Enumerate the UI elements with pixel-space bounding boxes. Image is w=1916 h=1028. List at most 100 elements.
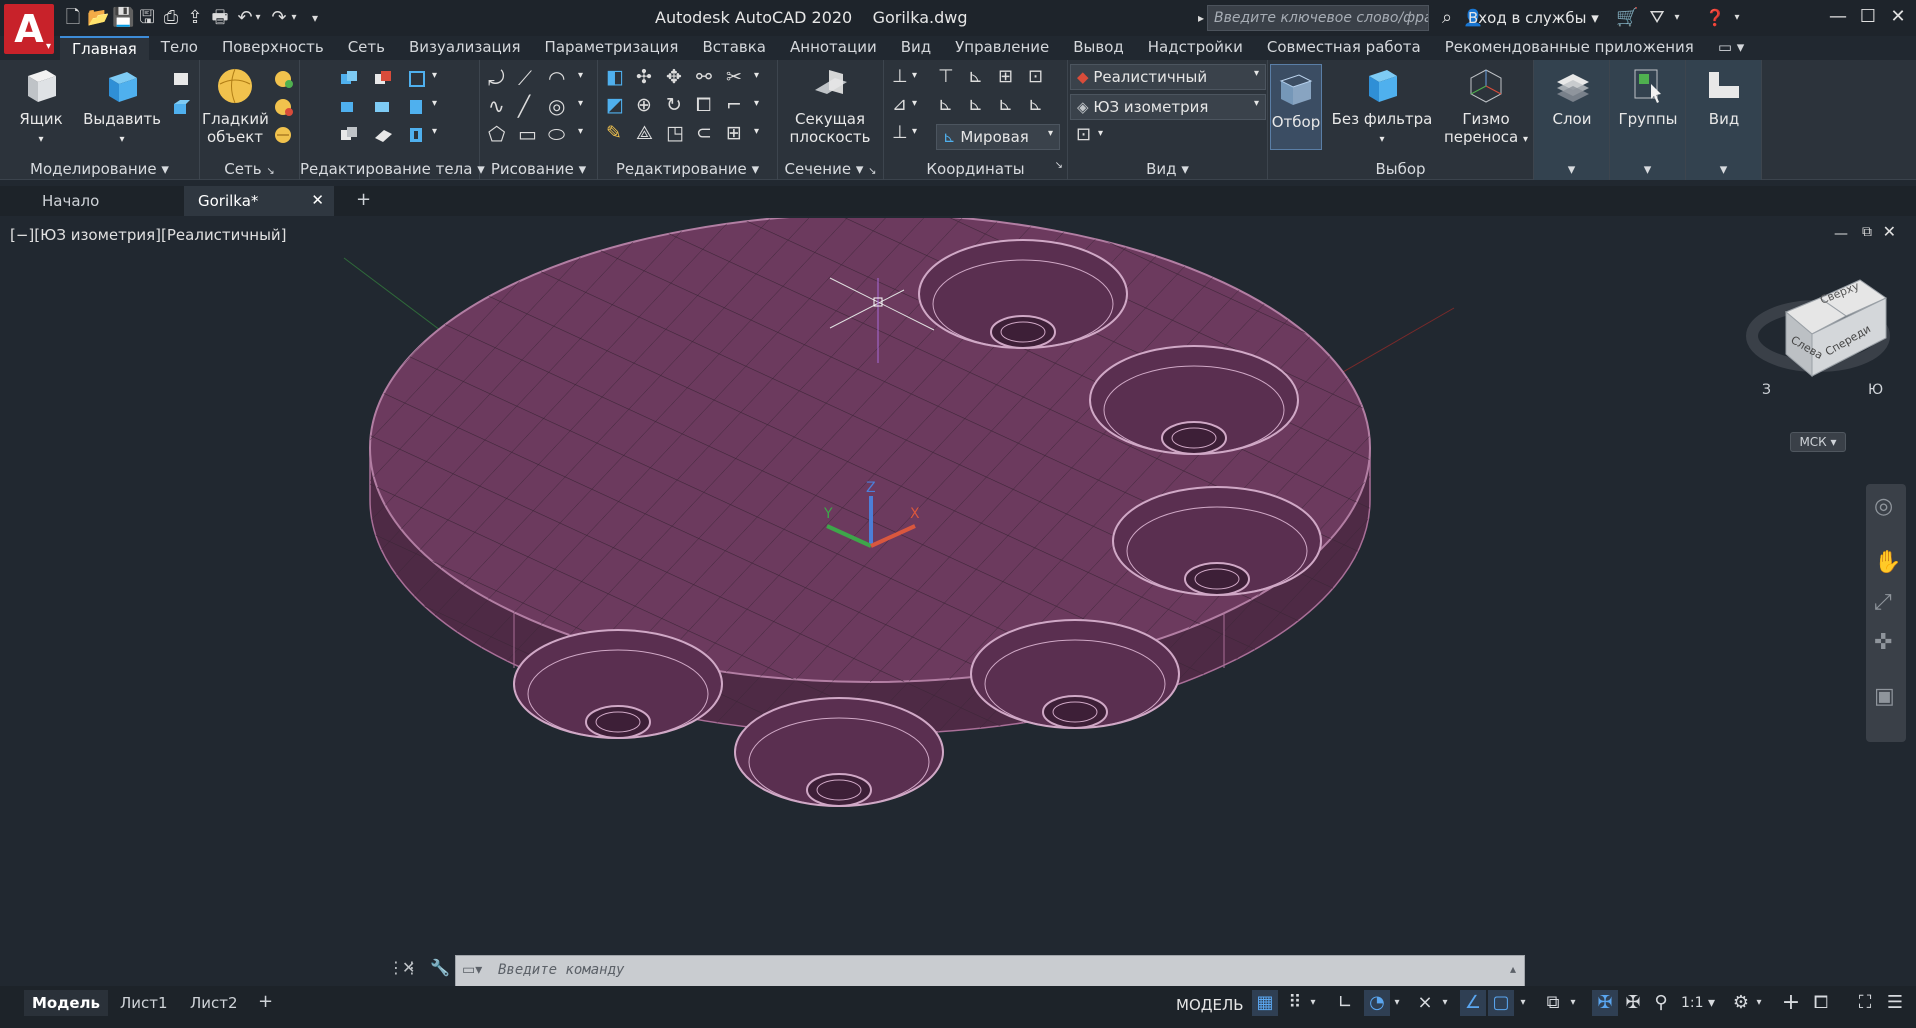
extract-edges-icon[interactable] [406,96,428,118]
selection-cycling-icon[interactable]: ⧉ [1540,990,1566,1016]
chevron-down-icon[interactable]: ▾ [912,70,917,81]
ucs-z-icon[interactable]: ⊾ [968,94,983,115]
application-menu-button[interactable]: A ▾ [4,4,54,54]
line-icon[interactable]: ╱ [518,94,530,118]
slice-icon[interactable] [372,96,394,118]
cart-icon[interactable]: 🛒 [1616,8,1638,28]
ucs-zaxis-icon[interactable]: ⊾ [998,94,1013,115]
chevron-down-icon[interactable]: ▾ [1566,990,1580,1016]
chevron-down-icon[interactable]: ▾ [912,98,917,109]
visual-style-dropdown[interactable]: ◆ Реалистичный ▾ [1070,64,1266,90]
ucs-view-icon[interactable]: ⊞ [998,66,1013,87]
tab-parametric[interactable]: Параметризация [533,36,691,60]
ribbon-options-icon[interactable]: ▭ ▾ [1706,36,1756,60]
chevron-down-icon[interactable]: ▾ [1098,128,1103,139]
ucs-3point-icon[interactable]: ⊿ [892,94,907,115]
erase-icon[interactable]: ✎ [606,122,622,144]
circle-icon[interactable]: ◎ [548,94,565,118]
zoom-extents-icon[interactable]: ⤢ [1874,590,1892,615]
annotation-scale-dropdown[interactable]: 1:1 ▾ [1678,990,1718,1016]
ortho-icon[interactable]: ∟ [1332,990,1358,1016]
viewcube-west-label[interactable]: З [1762,382,1771,398]
tab-solid[interactable]: Тело [149,36,210,60]
publish-icon[interactable]: ⎙ [160,8,182,28]
offset-icon[interactable]: ⊂ [696,122,712,144]
showmotion-icon[interactable]: ▣ [1874,684,1895,709]
chevron-down-icon[interactable]: ▾ [1534,160,1609,178]
polysolid-icon[interactable]: ⟋ [518,66,532,90]
orbit-icon[interactable]: ✜ [1874,630,1892,655]
signin-button[interactable]: Вход в службы ▾ [1468,9,1599,27]
tab-surface[interactable]: Поверхность [210,36,336,60]
align-icon[interactable]: ◧ [606,66,624,88]
extrude-button[interactable]: Выдавить ▾ [82,64,162,149]
new-layout-button[interactable]: + [252,990,279,1016]
annotation-monitor-icon[interactable]: + [1778,990,1804,1016]
tab-start[interactable]: Начало [28,186,178,216]
tab-output[interactable]: Вывод [1061,36,1136,60]
model-canvas[interactable]: Z Y X Сверху Слева Спереди З Ю [4,218,1912,988]
chevron-down-icon[interactable]: ▾ [578,98,583,109]
array-icon[interactable]: ⊞ [726,122,742,144]
object-snap-tracking-icon[interactable]: ∠ [1460,990,1486,1016]
open-folder-icon[interactable]: 📂 [87,8,109,28]
tab-insert[interactable]: Вставка [690,36,778,60]
save-icon[interactable]: 💾 [112,8,134,28]
maximize-button[interactable]: ☐ [1854,4,1882,30]
close-button[interactable]: ✕ [1884,4,1912,30]
3d-move-icon[interactable]: ✣ [636,66,652,88]
separate-icon[interactable] [406,68,428,90]
customize-quick-access-icon[interactable]: ▾ [304,8,326,28]
clean-screen-icon[interactable]: ⛶ [1852,990,1878,1016]
chevron-down-icon[interactable]: ▾ [1666,8,1688,28]
annotation-visibility-icon[interactable]: ✠ [1592,990,1618,1016]
polyline-icon[interactable]: ⤾ [488,66,505,90]
chevron-down-icon[interactable]: ▾ [1516,990,1530,1016]
command-prompt-icon[interactable]: ▭▾ [462,962,482,978]
isodraft-icon[interactable]: ⨯ [1412,990,1438,1016]
tab-addins[interactable]: Надстройки [1136,36,1255,60]
smooth-object-button[interactable]: Гладкий объект [202,64,269,146]
viewcube[interactable]: Сверху Слева Спереди З Ю [1746,279,1890,398]
ucs-world-dropdown[interactable]: ⊾ Мировая ▾ [936,124,1060,150]
autodesk-a360-icon[interactable]: ⛛ [1646,8,1668,28]
ucs-menu-button[interactable]: МСК ▾ [1790,432,1846,452]
panel-title-draw[interactable]: Рисование ▾ [480,160,597,178]
tab-collaborate[interactable]: Совместная работа [1255,36,1433,60]
pan-icon[interactable]: ✋ [1874,550,1901,575]
join-icon[interactable]: ⚯ [696,66,712,88]
save-as-icon[interactable]: 🖫 [136,8,158,28]
binoculars-icon[interactable]: ⌕ [1436,8,1458,28]
solid-subtract-icon[interactable] [372,68,394,90]
command-input[interactable]: Введите команду [498,962,624,978]
scale-icon[interactable]: ◳ [666,122,684,144]
rotate-icon[interactable]: ↻ [666,94,682,116]
polygon-icon[interactable]: ⬠ [488,122,505,146]
groups-button[interactable]: Группы [1612,64,1684,128]
interfere-icon[interactable] [338,124,360,146]
layout-tab-sheet2[interactable]: Лист2 [182,990,246,1016]
chevron-down-icon[interactable]: ▾ [432,98,437,109]
units-icon[interactable]: ⧠ [1808,990,1834,1016]
solid-intersect-icon[interactable] [338,96,360,118]
viewport-config-icon[interactable]: ⊡ [1076,124,1091,145]
panel-title-section[interactable]: Сечение ▾ ↘ [778,160,883,178]
thicken-icon[interactable] [372,124,394,146]
refine-mesh-icon[interactable] [272,124,294,146]
steering-wheel-icon[interactable]: ◎ [1874,494,1893,519]
close-command-icon[interactable]: ✕ [402,958,415,977]
ucs-x-icon[interactable]: ⊾ [968,66,983,87]
undo-dropdown-icon[interactable]: ▾ [252,8,264,28]
panel-title-modeling[interactable]: Моделирование ▾ [0,160,199,178]
culling-button[interactable]: Отбор [1270,64,1322,150]
layout-tab-sheet1[interactable]: Лист1 [112,990,176,1016]
chevron-down-icon[interactable]: ▾ [754,126,759,137]
no-filter-button[interactable]: Без фильтра ▾ [1326,64,1438,149]
ucs-named-icon[interactable]: ⊥ [892,122,908,143]
chevron-down-icon[interactable]: ▾ [432,70,437,81]
fillet-icon[interactable]: ⌐ [726,94,742,116]
ucs-y-icon[interactable]: ⊾ [938,94,953,115]
print-icon[interactable]: 🖶 [209,8,231,28]
layers-button[interactable]: Слои [1536,64,1608,128]
chevron-down-icon[interactable]: ▾ [1306,990,1320,1016]
